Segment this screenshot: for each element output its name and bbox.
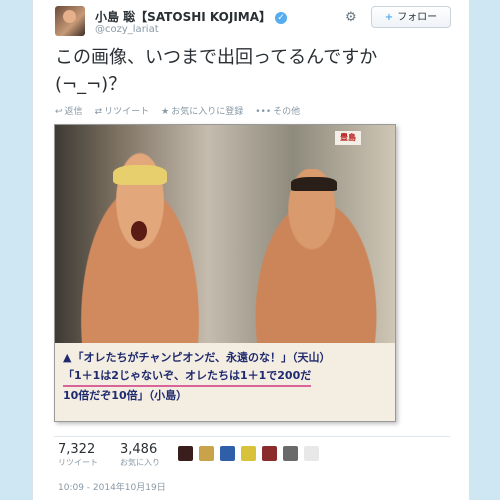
star-icon: ★: [161, 107, 170, 117]
favoriter-avatar[interactable]: [241, 446, 256, 461]
caption-line2: 「1＋1は2じゃないぞ、オレたちは1＋1で200だ: [63, 367, 387, 387]
wrestler-left: [65, 151, 215, 351]
follow-plus-icon: +: [384, 12, 394, 23]
photo-caption: ▲「オレたちがチャンピオンだ、永遠のな！」（天山） 「1＋1は2じゃないぞ、オレ…: [55, 343, 395, 421]
favorite-count: 3,486: [120, 442, 158, 457]
caption-line1-text: 「オレたちがチャンピオンだ、永遠のな！」（天山）: [72, 351, 331, 364]
more-button[interactable]: ••• その他: [255, 104, 300, 117]
reply-icon: ↩: [55, 107, 63, 117]
tweet-text-line2: (¬_¬)？: [55, 74, 127, 95]
display-name-text[interactable]: 小島 聡【SATOSHI KOJIMA】: [95, 10, 271, 24]
retweet-icon: ⇄: [94, 107, 103, 117]
retweet-button[interactable]: ⇄ リツイート: [95, 104, 150, 117]
favoriter-avatar[interactable]: [178, 446, 193, 461]
favorite-label: お気に入りに登録: [171, 107, 244, 117]
follow-label: フォロー: [397, 12, 438, 23]
favorite-count-label: お気に入り: [120, 458, 160, 467]
reply-button[interactable]: ↩ 返信: [55, 104, 83, 117]
caption-line2-text: 「1＋1は2じゃないぞ、オレたちは1＋1で200だ: [63, 367, 312, 387]
caption-line3: 10倍だぞ10倍」（小島）: [63, 389, 188, 402]
favoriter-avatar[interactable]: [262, 446, 277, 461]
tweet-timestamp[interactable]: 10:09 - 2014年10月19日: [58, 480, 166, 493]
caption-line1: ▲「オレたちがチャンピオンだ、永遠のな！」（天山）: [63, 349, 387, 367]
avatar[interactable]: [55, 6, 85, 36]
more-label: その他: [273, 107, 301, 117]
tweet-actions: ↩ 返信 ⇄ リツイート ★ お気に入りに登録 ••• その他: [55, 104, 300, 117]
retweet-count-label: リツイート: [58, 458, 98, 467]
more-icon: •••: [255, 107, 272, 117]
tweet-photo[interactable]: 豊島 ▲「オレたちがチャンピオンだ、永遠のな！」（天山） 「1＋1は2じゃないぞ…: [54, 124, 396, 422]
reply-label: 返信: [64, 107, 83, 117]
tweet-text: この画像、いつまで出回ってるんですか (¬_¬)？: [55, 44, 455, 98]
photo-sign: 豊島: [335, 131, 361, 145]
tweet-stats: 7,322 リツイート 3,486 お気に入り: [58, 442, 160, 468]
favoriter-avatar[interactable]: [220, 446, 235, 461]
favoriter-avatar[interactable]: [199, 446, 214, 461]
display-name[interactable]: 小島 聡【SATOSHI KOJIMA】 ✓: [95, 8, 288, 25]
favorite-stat[interactable]: 3,486 お気に入り: [120, 442, 160, 468]
retweet-label: リツイート: [104, 107, 150, 117]
divider: [54, 436, 450, 437]
follow-button[interactable]: + フォロー: [371, 6, 451, 28]
favoriter-avatar[interactable]: [304, 446, 319, 461]
favoriter-avatar[interactable]: [283, 446, 298, 461]
photo-scene: 豊島: [55, 125, 395, 351]
favoriter-avatars: [178, 446, 319, 461]
verified-icon: ✓: [275, 12, 288, 24]
user-handle[interactable]: @cozy_lariat: [95, 24, 159, 35]
retweet-count: 7,322: [58, 442, 96, 457]
tweet-text-line1: この画像、いつまで出回ってるんですか: [55, 47, 378, 68]
favorite-button[interactable]: ★ お気に入りに登録: [161, 104, 243, 117]
retweet-stat[interactable]: 7,322 リツイート: [58, 442, 98, 468]
wrestler-right: [253, 169, 393, 349]
triangle-icon: ▲: [63, 351, 72, 364]
gear-icon[interactable]: ⚙: [345, 10, 357, 25]
